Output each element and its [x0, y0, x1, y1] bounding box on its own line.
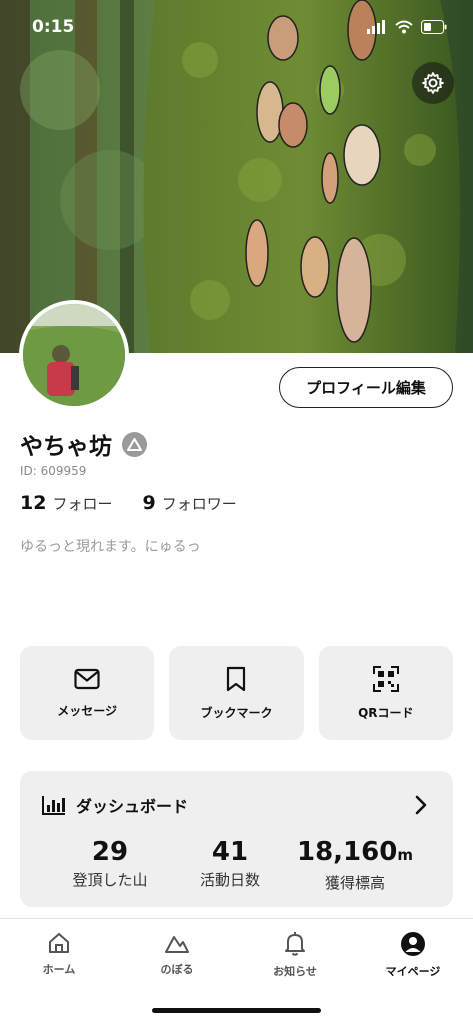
- dashboard-header: ダッシュボード: [42, 793, 188, 817]
- tab-climb-label: のぼる: [160, 963, 194, 976]
- chevron-right-icon: [415, 795, 427, 815]
- qr-code-label: QRコード: [358, 705, 414, 720]
- tab-climb[interactable]: のぼる: [127, 931, 227, 977]
- avatar[interactable]: [19, 300, 129, 410]
- followers-count: 9: [142, 492, 156, 514]
- tab-home[interactable]: ホーム: [9, 931, 109, 977]
- dashboard-title: ダッシュボード: [76, 797, 189, 816]
- bio-text: ゆるっと現れます。にゅるっ: [20, 539, 201, 555]
- edit-profile-button[interactable]: プロフィール編集: [279, 367, 453, 408]
- stat-summits-label: 登頂した山: [72, 871, 148, 889]
- message-button[interactable]: メッセージ: [20, 646, 155, 740]
- stat-active-days-value: 41: [211, 837, 249, 867]
- stat-summits-value: 29: [91, 837, 129, 867]
- signal-icon: [367, 20, 385, 34]
- stat-active-days: 41 活動日数: [175, 837, 285, 890]
- home-indicator: [152, 1008, 321, 1013]
- gear-icon: [422, 72, 444, 94]
- tab-home-label: ホーム: [42, 963, 76, 976]
- settings-button[interactable]: [412, 62, 454, 104]
- stat-elevation-label: 獲得標高: [324, 874, 385, 892]
- message-label: メッセージ: [57, 703, 118, 718]
- qr-code-icon: [372, 665, 399, 692]
- tab-notifications-label: お知らせ: [273, 965, 317, 978]
- home-icon: [49, 933, 69, 953]
- bar-chart-icon: [42, 796, 65, 815]
- tab-notifications[interactable]: お知らせ: [245, 931, 345, 979]
- status-time: 0:15: [32, 17, 75, 37]
- following-count: 12: [20, 492, 47, 514]
- username-row: やちゃ坊: [20, 427, 147, 461]
- followers-link[interactable]: 9 フォロワー: [142, 492, 236, 514]
- stat-active-days-label: 活動日数: [199, 871, 260, 889]
- dashboard-card[interactable]: ダッシュボード 29 登頂した山 41 活動日数 18,160m 獲得標高: [20, 771, 453, 907]
- following-label: フォロー: [52, 495, 113, 513]
- bookmark-icon: [227, 666, 246, 691]
- battery-icon: [421, 20, 447, 34]
- status-icons: [367, 20, 447, 34]
- stat-elevation-unit: m: [397, 846, 413, 864]
- user-icon: [401, 932, 425, 956]
- wifi-icon: [395, 20, 413, 34]
- bookmark-button[interactable]: ブックマーク: [169, 646, 304, 740]
- following-link[interactable]: 12 フォロー: [20, 492, 112, 514]
- mountain-icon: [165, 936, 189, 953]
- tab-my-page-label: マイページ: [385, 965, 441, 978]
- status-bar: 0:15: [0, 0, 473, 56]
- stat-summits: 29 登頂した山: [55, 837, 165, 890]
- username: やちゃ坊: [20, 434, 112, 460]
- action-cards: メッセージ ブックマーク QRコード: [20, 646, 453, 740]
- tab-my-page[interactable]: マイページ: [363, 931, 463, 979]
- follow-stats: 12 フォロー 9 フォロワー: [20, 492, 237, 514]
- stat-elevation-value: 18,160m: [297, 837, 413, 867]
- stat-elevation: 18,160m 獲得標高: [290, 837, 420, 893]
- mountain-badge-icon: [127, 437, 142, 451]
- rank-badge: [122, 431, 147, 457]
- bell-icon: [285, 932, 305, 956]
- user-id: ID: 609959: [20, 464, 87, 478]
- bookmark-label: ブックマーク: [200, 705, 273, 720]
- envelope-icon: [74, 668, 100, 689]
- qr-code-button[interactable]: QRコード: [318, 646, 453, 740]
- followers-label: フォロワー: [161, 495, 237, 513]
